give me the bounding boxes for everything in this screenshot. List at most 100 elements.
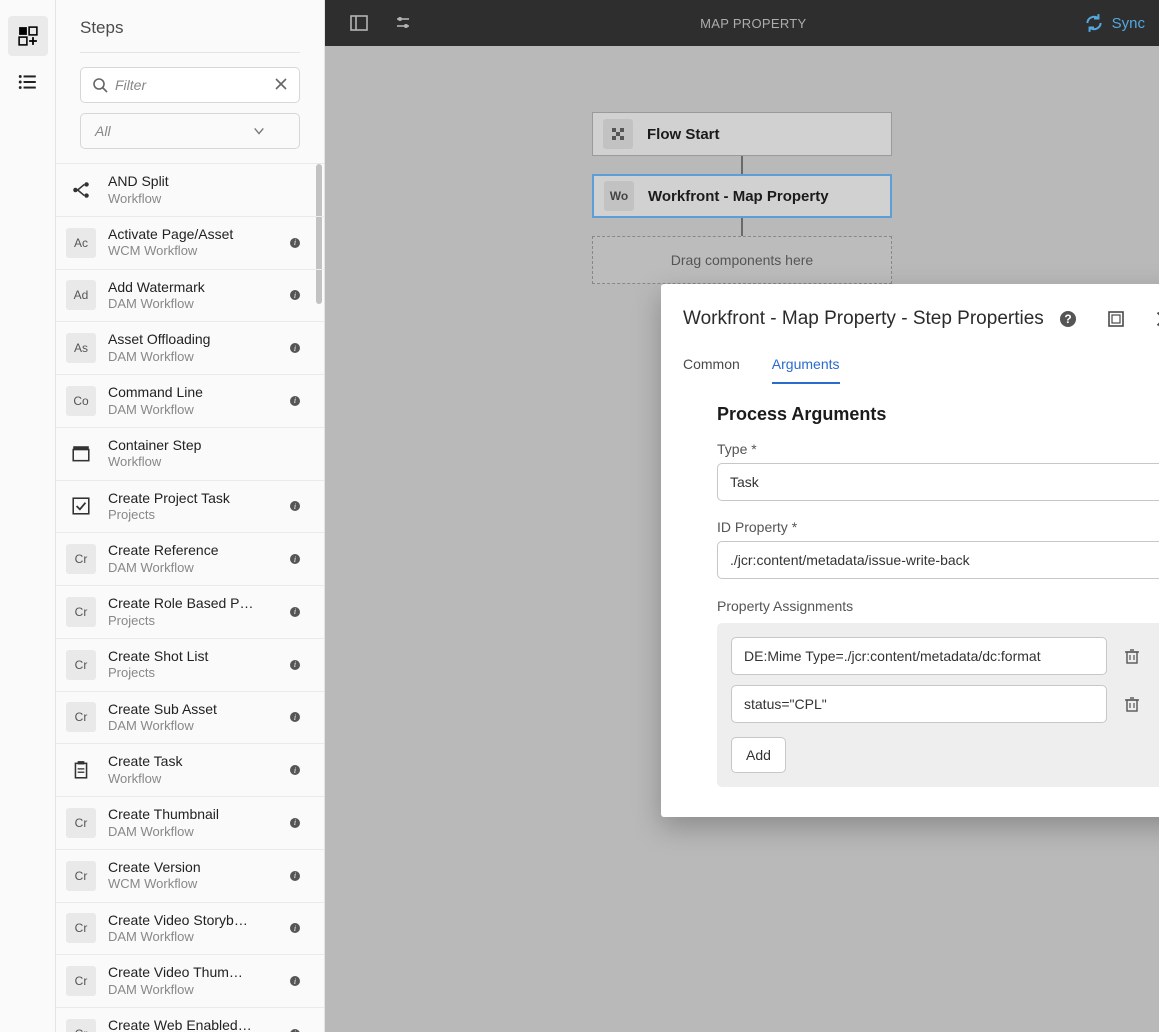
components-icon [18, 26, 38, 46]
delete-row-button[interactable] [1121, 645, 1143, 667]
step-list[interactable]: AND SplitWorkflowAcActivate Page/AssetWC… [56, 163, 324, 1032]
help-icon [1059, 310, 1077, 328]
info-icon[interactable]: i [290, 871, 300, 881]
info-icon[interactable]: i [290, 290, 300, 300]
step-item[interactable]: AsAsset OffloadingDAM Workflowi [56, 322, 324, 375]
step-item-category: DAM Workflow [108, 718, 278, 734]
assignment-input[interactable] [731, 685, 1107, 723]
step-item-category: DAM Workflow [108, 929, 278, 945]
step-item-name: Asset Offloading [108, 331, 278, 349]
step-item[interactable]: Create Project TaskProjectsi [56, 481, 324, 534]
step-item-name: Create Web Enabled… [108, 1017, 278, 1032]
step-item[interactable]: AcActivate Page/AssetWCM Workflowi [56, 217, 324, 270]
step-item[interactable]: AdAdd WatermarkDAM Workflowi [56, 270, 324, 323]
step-item-name: Create Version [108, 859, 278, 877]
settings-button[interactable] [383, 3, 423, 43]
info-icon[interactable]: i [290, 818, 300, 828]
category-select[interactable]: All [80, 113, 300, 149]
step-item[interactable]: CoCommand LineDAM Workflowi [56, 375, 324, 428]
info-icon[interactable]: i [290, 396, 300, 406]
step-item[interactable]: CrCreate ThumbnailDAM Workflowi [56, 797, 324, 850]
step-properties-dialog: Workfront - Map Property - Step Properti… [661, 284, 1159, 817]
step-abbr-icon: Cr [66, 597, 96, 627]
step-item[interactable]: Cr Create Video Storyb…DAM Workflow i [56, 903, 324, 956]
step-item-name: AND Split [108, 173, 300, 191]
flow-connector [741, 156, 743, 174]
info-icon[interactable]: i [290, 607, 300, 617]
tab-common[interactable]: Common [683, 356, 740, 384]
drop-zone[interactable]: Drag components here [592, 236, 892, 284]
step-item[interactable]: Cr Create VersionWCM Workflow i [56, 850, 324, 903]
filter-input[interactable] [80, 67, 300, 103]
info-icon[interactable]: i [290, 238, 300, 248]
info-icon[interactable]: i [290, 923, 300, 933]
trash-icon [1123, 647, 1141, 665]
step-item-category: Projects [108, 613, 278, 629]
type-select[interactable]: Task [717, 463, 1159, 501]
info-icon[interactable]: i [290, 712, 300, 722]
step-split-icon [66, 175, 96, 205]
type-select-value: Task [730, 474, 759, 490]
step-item-name: Create Video Thum… [108, 964, 278, 982]
assignment-input[interactable] [731, 637, 1107, 675]
search-icon [92, 77, 108, 93]
step-item[interactable]: CrCreate Shot ListProjectsi [56, 639, 324, 692]
tab-arguments[interactable]: Arguments [772, 356, 840, 384]
workfront-node[interactable]: Wo Workfront - Map Property [592, 174, 892, 218]
step-item-category: Workflow [108, 191, 300, 207]
sliders-icon [394, 14, 412, 32]
step-abbr-icon: Cr [66, 913, 96, 943]
step-abbr-icon: Cr [66, 544, 96, 574]
info-icon[interactable]: i [290, 343, 300, 353]
main-area: MAP PROPERTY Sync Flow Start Wo Workfron… [325, 0, 1159, 1032]
step-item[interactable]: Create TaskWorkflowi [56, 744, 324, 797]
close-icon [1155, 310, 1159, 328]
info-icon[interactable]: i [290, 660, 300, 670]
assignment-row [731, 637, 1159, 675]
step-item[interactable]: CrCreate Web Enabled…DAM Workflowi [56, 1008, 324, 1032]
step-item[interactable]: CrCreate Role Based P…Projectsi [56, 586, 324, 639]
property-assignments-box: Add [717, 623, 1159, 787]
add-assignment-button[interactable]: Add [731, 737, 786, 773]
step-item-category: DAM Workflow [108, 982, 278, 998]
close-button[interactable] [1145, 300, 1159, 338]
step-item[interactable]: Container StepWorkflow [56, 428, 324, 481]
chevron-down-icon [253, 125, 265, 137]
rail-components-button[interactable] [8, 16, 48, 56]
clear-filter-icon[interactable] [274, 77, 288, 91]
rail-list-button[interactable] [8, 62, 48, 102]
dialog-title: Workfront - Map Property - Step Properti… [683, 308, 1044, 330]
step-abbr-icon: Cr [66, 861, 96, 891]
info-icon[interactable]: i [290, 976, 300, 986]
id-property-label: ID Property * [717, 519, 1159, 535]
id-property-input[interactable] [717, 541, 1159, 579]
steps-title: Steps [80, 18, 300, 38]
info-icon[interactable]: i [290, 554, 300, 564]
divider [80, 52, 300, 53]
toolbar-title: MAP PROPERTY [423, 16, 1084, 31]
step-item-category: Workflow [108, 454, 300, 470]
toggle-panel-button[interactable] [339, 3, 379, 43]
sync-button[interactable]: Sync [1084, 13, 1145, 33]
step-item[interactable]: CrCreate Sub AssetDAM Workflowi [56, 692, 324, 745]
step-item[interactable]: CrCreate ReferenceDAM Workflowi [56, 533, 324, 586]
delete-row-button[interactable] [1121, 693, 1143, 715]
flow-start-label: Flow Start [647, 126, 720, 143]
step-item[interactable]: CrCreate Video Thum…DAM Workflowi [56, 955, 324, 1008]
step-item[interactable]: AND SplitWorkflow [56, 164, 324, 217]
step-item-name: Create Video Storyb… [108, 912, 278, 930]
step-abbr-icon: Cr [66, 808, 96, 838]
step-abbr-icon: Cr [66, 650, 96, 680]
step-item-name: Create Sub Asset [108, 701, 278, 719]
step-container-icon [66, 439, 96, 469]
fullscreen-icon [1107, 310, 1125, 328]
help-button[interactable] [1049, 300, 1087, 338]
property-assignments-label: Property Assignments [717, 598, 853, 614]
info-icon[interactable]: i [290, 501, 300, 511]
fullscreen-button[interactable] [1097, 300, 1135, 338]
info-icon[interactable]: i [290, 765, 300, 775]
workfront-node-label: Workfront - Map Property [648, 188, 829, 205]
step-item-category: WCM Workflow [108, 876, 278, 892]
type-label: Type * [717, 441, 1159, 457]
flow-start-node[interactable]: Flow Start [592, 112, 892, 156]
